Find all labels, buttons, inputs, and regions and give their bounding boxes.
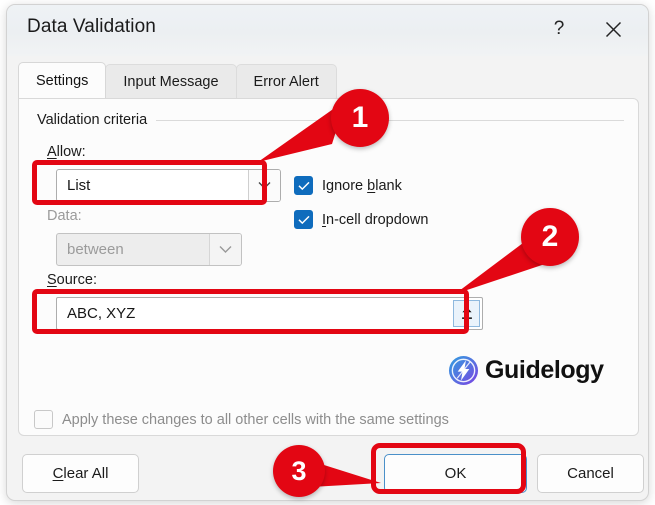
in-cell-dropdown-checkbox[interactable]: In-cell dropdown [294,210,428,229]
guidelogy-wordmark: Guidelogy [485,356,604,384]
source-label: Source: [47,272,97,288]
in-cell-dropdown-label: In-cell dropdown [322,211,429,228]
cancel-button[interactable]: Cancel [537,454,644,493]
tab-strip: Settings Input Message Error Alert [18,62,337,98]
ignore-blank-checkbox[interactable]: Ignore blank [294,176,402,195]
checkbox-checked-icon [294,176,313,195]
source-input-value: ABC, XYZ [67,305,136,322]
data-dropdown: between [56,233,242,266]
chevron-down-icon [209,234,241,265]
chevron-down-icon [248,170,280,201]
validation-criteria-label: Validation criteria [37,112,148,128]
checkbox-checked-icon [294,210,313,229]
help-icon[interactable]: ? [540,12,578,46]
clear-all-button[interactable]: Clear All [22,454,139,493]
dialog-title-bar: Data Validation ? [7,5,648,56]
callout-badge-1: 1 [331,89,389,147]
guidelogy-watermark: Guidelogy [448,355,604,386]
close-icon[interactable] [594,12,632,46]
callout-badge-3: 3 [273,445,325,497]
data-dropdown-value: between [67,241,124,258]
ok-button[interactable]: OK [384,454,527,493]
group-separator-line [156,119,624,121]
ignore-blank-label: Ignore blank [322,177,402,194]
apply-to-all-cells-label: Apply these changes to all other cells w… [62,411,449,428]
clear-all-label: Clear All [52,465,109,482]
lightning-bolt-icon [448,355,479,386]
data-label: Data: [47,208,82,224]
allow-dropdown-value: List [67,177,91,194]
dialog-title: Data Validation [27,16,156,37]
collapse-dialog-icon[interactable] [453,300,480,327]
callout-badge-2: 2 [521,208,579,266]
source-input[interactable]: ABC, XYZ [56,297,483,330]
tab-input-message[interactable]: Input Message [105,64,237,98]
allow-label: Allow: [47,144,86,160]
tab-settings[interactable]: Settings [18,62,107,98]
allow-dropdown[interactable]: List [56,169,281,202]
checkbox-unchecked-icon [34,410,53,429]
tab-error-alert[interactable]: Error Alert [235,64,337,98]
apply-to-all-cells-checkbox: Apply these changes to all other cells w… [34,410,449,429]
